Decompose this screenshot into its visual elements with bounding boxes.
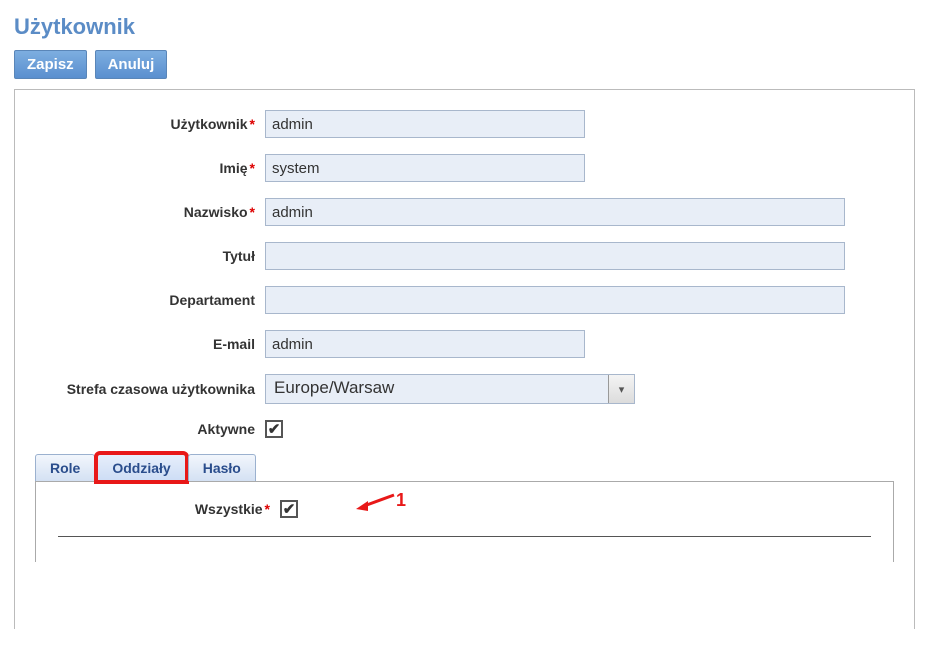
user-field[interactable] — [265, 110, 585, 138]
arrow-icon — [356, 491, 396, 511]
active-checkbox[interactable]: ✔ — [265, 420, 283, 438]
required-mark: * — [250, 160, 255, 176]
timezone-value: Europe/Warsaw — [266, 375, 608, 403]
row-timezone: Strefa czasowa użytkownika Europe/Warsaw… — [35, 374, 894, 404]
label-lastname-text: Nazwisko — [184, 204, 248, 220]
lastname-field[interactable] — [265, 198, 845, 226]
all-branches-checkbox[interactable]: ✔ — [280, 500, 298, 518]
save-button[interactable]: Zapisz — [14, 50, 87, 79]
row-email: E-mail — [35, 330, 894, 358]
cancel-button[interactable]: Anuluj — [95, 50, 168, 79]
tab-branches[interactable]: Oddziały — [97, 454, 185, 481]
chevron-down-icon: ▾ — [608, 375, 634, 403]
label-department: Departament — [35, 292, 265, 309]
label-user: Użytkownik* — [35, 116, 265, 133]
row-user: Użytkownik* — [35, 110, 894, 138]
annotation-number: 1 — [396, 490, 406, 511]
label-lastname: Nazwisko* — [35, 204, 265, 221]
email-field[interactable] — [265, 330, 585, 358]
label-active: Aktywne — [35, 421, 265, 438]
tab-roles[interactable]: Role — [35, 454, 95, 481]
tabs-bar: Role Oddziały Hasło — [35, 454, 894, 482]
title-field[interactable] — [265, 242, 845, 270]
row-department: Departament — [35, 286, 894, 314]
required-mark: * — [250, 204, 255, 220]
label-all-branches: Wszystkie* — [58, 501, 280, 517]
toolbar: Zapisz Anuluj — [14, 50, 919, 79]
row-lastname: Nazwisko* — [35, 198, 894, 226]
label-all-branches-text: Wszystkie — [195, 501, 263, 517]
label-firstname-text: Imię — [220, 160, 248, 176]
label-user-text: Użytkownik — [171, 116, 248, 132]
firstname-field[interactable] — [265, 154, 585, 182]
row-active: Aktywne ✔ — [35, 420, 894, 438]
tab-password[interactable]: Hasło — [188, 454, 256, 481]
row-all-branches: Wszystkie* ✔ 1 — [58, 500, 871, 518]
label-timezone: Strefa czasowa użytkownika — [35, 381, 265, 398]
tabs-area: Role Oddziały Hasło Wszystkie* ✔ 1 — [35, 454, 894, 562]
required-mark: * — [250, 116, 255, 132]
required-mark: * — [265, 501, 270, 517]
annotation-1: 1 — [356, 490, 406, 511]
timezone-select[interactable]: Europe/Warsaw ▾ — [265, 374, 635, 404]
page-title: Użytkownik — [14, 14, 919, 40]
label-email: E-mail — [35, 336, 265, 353]
department-field[interactable] — [265, 286, 845, 314]
row-firstname: Imię* — [35, 154, 894, 182]
form-panel: Użytkownik* Imię* Nazwisko* Tytuł Depart… — [14, 89, 915, 629]
label-firstname: Imię* — [35, 160, 265, 177]
row-title-field: Tytuł — [35, 242, 894, 270]
divider — [58, 536, 871, 537]
tab-panel-branches: Wszystkie* ✔ 1 — [35, 482, 894, 562]
label-title: Tytuł — [35, 248, 265, 265]
